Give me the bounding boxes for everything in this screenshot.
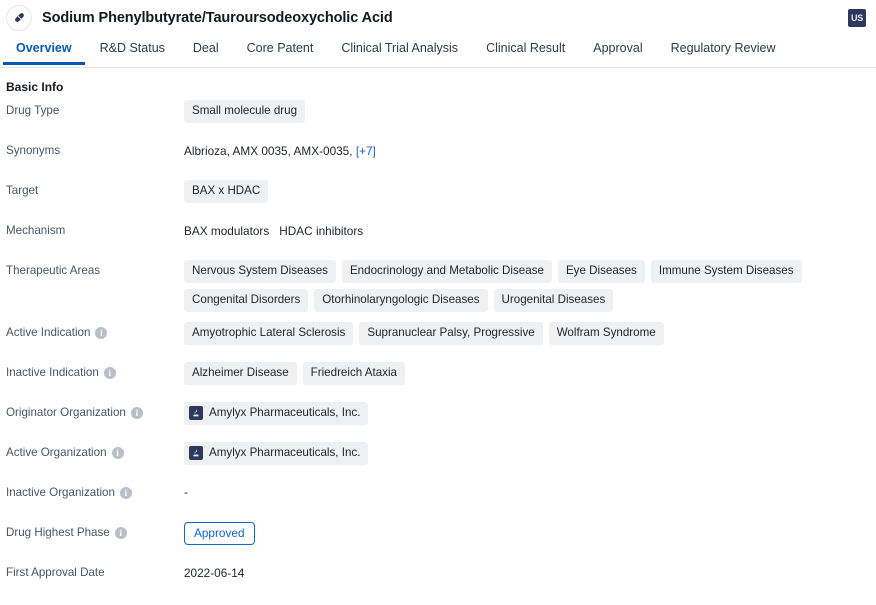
value-therapeutic-areas: Nervous System Diseases Endocrinology an… (184, 260, 876, 312)
info-icon[interactable]: i (119, 487, 132, 499)
label-drug-highest-phase: Drug Highest Phase i (6, 522, 184, 541)
label-synonyms: Synonyms (6, 140, 184, 159)
row-active-organization: Active Organization i Amylyx Pharmaceuti… (0, 442, 876, 482)
tag-therapeutic-area[interactable]: Nervous System Diseases (184, 260, 336, 283)
info-icon[interactable]: i (111, 447, 124, 459)
status-badge-approved[interactable]: Approved (184, 522, 255, 545)
tag-therapeutic-area[interactable]: Immune System Diseases (650, 260, 802, 283)
tag-therapeutic-area[interactable]: Endocrinology and Metabolic Disease (341, 260, 552, 283)
tag-drug-type[interactable]: Small molecule drug (184, 100, 306, 123)
row-drug-highest-phase: Drug Highest Phase i Approved (0, 522, 876, 562)
tab-bar: Overview R&D Status Deal Core Patent Cli… (0, 35, 876, 68)
page-title: Sodium Phenylbutyrate/Tauroursodeoxychol… (42, 9, 393, 26)
tag-active-indication[interactable]: Supranuclear Palsy, Progressive (359, 322, 543, 345)
tab-overview[interactable]: Overview (2, 35, 86, 65)
info-icon[interactable]: i (130, 407, 143, 419)
label-text: Originator Organization (6, 406, 126, 419)
mechanism-item-1: HDAC inhibitors (279, 224, 364, 238)
label-inactive-indication: Inactive Indication i (6, 362, 184, 381)
value-target: BAX x HDAC (184, 180, 876, 203)
tag-therapeutic-area[interactable]: Urogenital Diseases (493, 289, 614, 312)
value-inactive-indication: Alzheimer Disease Friedreich Ataxia (184, 362, 876, 385)
label-text: Active Organization (6, 446, 107, 459)
inactive-organization-value: - (184, 485, 188, 499)
value-active-organization: Amylyx Pharmaceuticals, Inc. (184, 442, 876, 465)
tab-core-patent[interactable]: Core Patent (233, 35, 328, 64)
label-text: Inactive Indication (6, 366, 99, 379)
tab-deal[interactable]: Deal (179, 35, 233, 64)
row-inactive-organization: Inactive Organization i - (0, 482, 876, 522)
synonyms-more-link[interactable]: [+7] (356, 144, 376, 158)
row-mechanism: Mechanism BAX modulators HDAC inhibitors (0, 220, 876, 260)
tab-clinical-result[interactable]: Clinical Result (472, 35, 579, 64)
label-active-organization: Active Organization i (6, 442, 184, 461)
tab-rd-status[interactable]: R&D Status (86, 35, 179, 64)
value-first-approval-date: 2022-06-14 (184, 562, 876, 581)
tag-inactive-indication[interactable]: Friedreich Ataxia (302, 362, 406, 385)
synonyms-text: Albrioza, AMX 0035, AMX-0035, [+7] (184, 140, 376, 159)
row-first-approval-date: First Approval Date 2022-06-14 (0, 562, 876, 602)
label-first-approval-date: First Approval Date (6, 562, 184, 581)
label-text: Target (6, 184, 39, 197)
value-mechanism: BAX modulators HDAC inhibitors (184, 220, 876, 239)
label-text: Synonyms (6, 144, 61, 157)
label-drug-type: Drug Type (6, 100, 184, 119)
tab-approval[interactable]: Approval (579, 35, 656, 64)
value-active-indication: Amyotrophic Lateral Sclerosis Supranucle… (184, 322, 876, 345)
row-synonyms: Synonyms Albrioza, AMX 0035, AMX-0035, [… (0, 140, 876, 180)
label-active-indication: Active Indication i (6, 322, 184, 341)
tag-therapeutic-area[interactable]: Eye Diseases (557, 260, 645, 283)
tag-active-indication[interactable]: Wolfram Syndrome (548, 322, 664, 345)
tag-therapeutic-area[interactable]: Congenital Disorders (184, 289, 309, 312)
label-inactive-organization: Inactive Organization i (6, 482, 184, 501)
company-logo-icon (189, 406, 203, 420)
row-originator-organization: Originator Organization i Amylyx Pharmac… (0, 402, 876, 442)
organization-name: Amylyx Pharmaceuticals, Inc. (209, 406, 361, 419)
tag-organization[interactable]: Amylyx Pharmaceuticals, Inc. (184, 442, 369, 465)
page-header: Sodium Phenylbutyrate/Tauroursodeoxychol… (0, 0, 876, 35)
info-icon[interactable]: i (95, 327, 108, 339)
row-target: Target BAX x HDAC (0, 180, 876, 220)
label-originator-organization: Originator Organization i (6, 402, 184, 421)
row-inactive-indication: Inactive Indication i Alzheimer Disease … (0, 362, 876, 402)
first-approval-date-value: 2022-06-14 (184, 566, 245, 580)
tag-target[interactable]: BAX x HDAC (184, 180, 269, 203)
row-therapeutic-areas: Therapeutic Areas Nervous System Disease… (0, 260, 876, 322)
label-text: Drug Type (6, 104, 60, 117)
mechanism-item-0: BAX modulators (184, 224, 270, 238)
synonyms-list: Albrioza, AMX 0035, AMX-0035, (184, 144, 353, 158)
section-title-basic-info: Basic Info (6, 80, 64, 94)
label-therapeutic-areas: Therapeutic Areas (6, 260, 184, 279)
tab-clinical-trial-analysis[interactable]: Clinical Trial Analysis (327, 35, 472, 64)
info-icon[interactable]: i (114, 527, 127, 539)
row-active-indication: Active Indication i Amyotrophic Lateral … (0, 322, 876, 362)
region-badge[interactable]: US (848, 8, 866, 27)
tag-therapeutic-area[interactable]: Otorhinolaryngologic Diseases (314, 289, 488, 312)
row-drug-type: Drug Type Small molecule drug (0, 100, 876, 140)
label-text: Drug Highest Phase (6, 526, 110, 539)
mechanism-text: BAX modulators HDAC inhibitors (184, 220, 363, 239)
label-target: Target (6, 180, 184, 199)
tag-active-indication[interactable]: Amyotrophic Lateral Sclerosis (184, 322, 354, 345)
label-mechanism: Mechanism (6, 220, 184, 239)
value-drug-highest-phase: Approved (184, 522, 876, 545)
tag-organization[interactable]: Amylyx Pharmaceuticals, Inc. (184, 402, 369, 425)
tag-inactive-indication[interactable]: Alzheimer Disease (184, 362, 297, 385)
label-text: Inactive Organization (6, 486, 115, 499)
label-text: Therapeutic Areas (6, 264, 101, 277)
info-icon[interactable]: i (103, 367, 116, 379)
pill-capsule-icon (6, 4, 32, 31)
label-text: Active Indication (6, 326, 91, 339)
value-inactive-organization: - (184, 482, 876, 499)
tab-regulatory-review[interactable]: Regulatory Review (657, 35, 790, 64)
label-text: First Approval Date (6, 566, 105, 579)
value-synonyms: Albrioza, AMX 0035, AMX-0035, [+7] (184, 140, 876, 159)
value-drug-type: Small molecule drug (184, 100, 876, 123)
company-logo-icon (189, 446, 203, 460)
value-originator-organization: Amylyx Pharmaceuticals, Inc. (184, 402, 876, 425)
label-text: Mechanism (6, 224, 66, 237)
overview-content: Basic Info Drug Type Small molecule drug… (0, 68, 876, 602)
organization-name: Amylyx Pharmaceuticals, Inc. (209, 446, 361, 459)
